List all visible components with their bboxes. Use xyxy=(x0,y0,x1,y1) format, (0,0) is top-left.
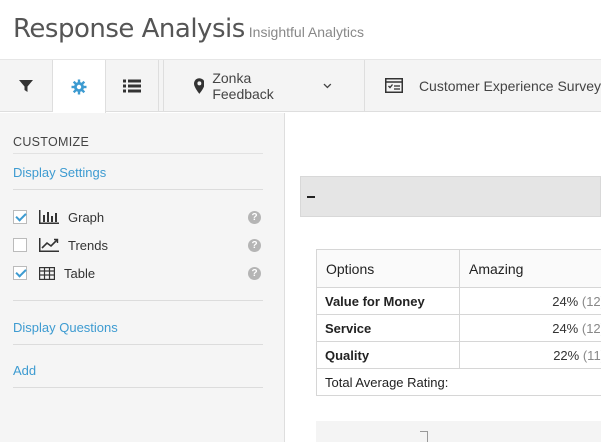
page-header: Response Analysis Insightful Analytics xyxy=(0,0,601,60)
row-percent: 24% xyxy=(552,320,579,336)
account-label: Zonka Feedback xyxy=(212,69,274,102)
display-options-list: Graph ? Trends ? Table ? xyxy=(13,190,263,301)
row-percent: 22% xyxy=(553,347,580,363)
main-content: Options Amazing Value for Money 24% (12)… xyxy=(286,113,601,442)
row-option: Quality xyxy=(316,341,460,369)
gear-icon xyxy=(71,79,87,94)
row-option: Value for Money xyxy=(316,287,460,315)
customize-heading: CUSTOMIZE xyxy=(13,113,263,154)
trend-line-icon xyxy=(39,238,59,252)
row-value: 24% (12) xyxy=(459,287,601,315)
map-pin-icon xyxy=(193,77,205,94)
page-subtitle: Insightful Analytics xyxy=(248,24,364,40)
chart-area-partial xyxy=(316,421,601,442)
option-label: Table xyxy=(64,265,96,281)
filter-icon xyxy=(18,80,33,92)
column-header-amazing: Amazing xyxy=(459,249,601,288)
customize-sidebar: CUSTOMIZE Display Settings Graph ? Trend… xyxy=(0,113,285,442)
survey-label: Customer Experience Survey xyxy=(418,77,601,94)
table-row: Value for Money 24% (12) xyxy=(316,287,601,315)
graph-checkbox[interactable] xyxy=(13,210,27,224)
row-value: 22% (11) xyxy=(459,341,601,369)
row-option: Service xyxy=(316,314,460,342)
table-icon xyxy=(39,266,55,280)
filter-button[interactable] xyxy=(0,60,53,112)
row-percent: 24% xyxy=(552,293,579,309)
add-link[interactable]: Add xyxy=(13,345,263,388)
list-button[interactable] xyxy=(106,60,159,112)
help-icon[interactable]: ? xyxy=(248,266,261,280)
results-table: Options Amazing Value for Money 24% (12)… xyxy=(316,249,601,396)
display-settings-link[interactable]: Display Settings xyxy=(13,154,263,190)
option-trends[interactable]: Trends ? xyxy=(13,231,263,259)
row-count: (12) xyxy=(581,293,601,309)
chart-axis-fragment xyxy=(420,431,428,442)
total-average-label: Total Average Rating: xyxy=(316,368,601,396)
option-table[interactable]: Table ? xyxy=(13,259,263,287)
question-collapse-bar[interactable] xyxy=(300,176,601,217)
survey-selector[interactable]: Customer Experience Survey xyxy=(365,60,601,111)
table-total-row: Total Average Rating: xyxy=(316,368,601,396)
results-table-wrap: Options Amazing Value for Money 24% (12)… xyxy=(316,249,601,396)
account-dropdown[interactable]: Zonka Feedback xyxy=(164,60,365,111)
table-row: Service 24% (12) xyxy=(316,314,601,342)
table-checkbox[interactable] xyxy=(13,266,27,280)
option-label: Trends xyxy=(68,237,108,253)
display-questions-link[interactable]: Display Questions xyxy=(13,301,263,345)
page-title: Response Analysis xyxy=(13,14,245,44)
row-count: (11) xyxy=(582,347,601,363)
survey-form-icon xyxy=(384,78,403,93)
row-count: (12) xyxy=(581,320,601,336)
help-icon[interactable]: ? xyxy=(248,238,261,252)
collapse-icon[interactable] xyxy=(307,196,315,198)
bar-chart-icon xyxy=(39,210,59,224)
option-graph[interactable]: Graph ? xyxy=(13,203,263,231)
table-header-row: Options Amazing xyxy=(316,249,601,288)
trends-checkbox[interactable] xyxy=(13,238,27,252)
row-value: 24% (12) xyxy=(459,314,601,342)
chevron-down-icon xyxy=(323,83,332,88)
help-icon[interactable]: ? xyxy=(248,210,261,224)
list-icon xyxy=(122,79,141,93)
toolbar: Zonka Feedback Customer Experience Surve… xyxy=(0,60,601,113)
column-header-options: Options xyxy=(316,249,460,288)
option-label: Graph xyxy=(68,209,105,225)
settings-button[interactable] xyxy=(52,60,106,113)
table-row: Quality 22% (11) xyxy=(316,341,601,369)
